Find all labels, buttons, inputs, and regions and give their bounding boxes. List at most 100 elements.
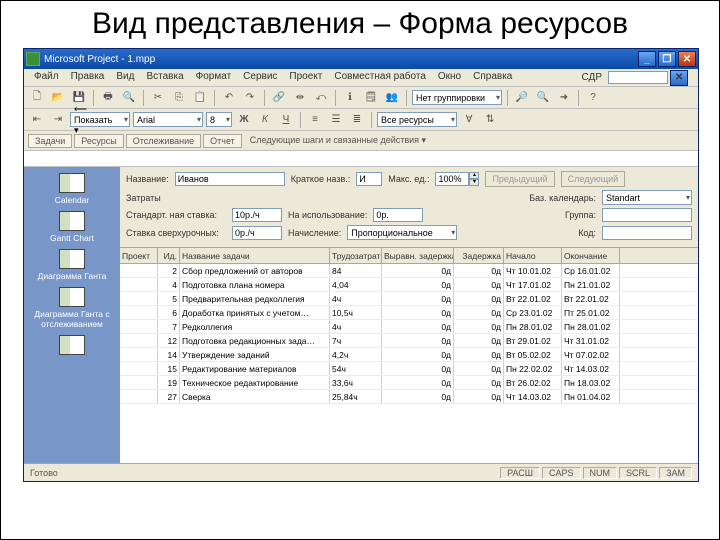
- status-scrl: SCRL: [619, 467, 657, 479]
- undo-icon[interactable]: ↶: [220, 89, 238, 107]
- status-ready: Готово: [30, 468, 58, 478]
- table-row[interactable]: 6Доработка принятых с учетом…10,5ч0д0дСр…: [120, 306, 698, 320]
- col-finish[interactable]: Окончание: [562, 248, 620, 263]
- col-level-delay[interactable]: Выравн. задержка: [382, 248, 454, 263]
- sidebar-item-calendar[interactable]: Calendar: [24, 173, 120, 205]
- zoomin-icon[interactable]: 🔎: [513, 89, 531, 107]
- menu-collab[interactable]: Совместная работа: [328, 69, 432, 86]
- grid-body[interactable]: 2Сбор предложений от авторов840д0дЧт 10.…: [120, 264, 698, 463]
- sort-icon[interactable]: ⇅: [481, 111, 499, 129]
- basecal-combo[interactable]: Standart: [602, 190, 692, 205]
- menu-tools[interactable]: Сервис: [237, 69, 283, 86]
- new-icon[interactable]: 🗋: [28, 89, 46, 107]
- table-row[interactable]: 19Техническое редактирование33,6ч0д0дВт …: [120, 376, 698, 390]
- link-icon[interactable]: 🔗: [270, 89, 288, 107]
- wbs-input[interactable]: [608, 71, 668, 84]
- info-icon[interactable]: ℹ: [341, 89, 359, 107]
- menu-format[interactable]: Формат: [190, 69, 238, 86]
- next-steps-link[interactable]: Следующие шаги и связанные действия ▾: [250, 135, 426, 146]
- sidebar-item-gantt-ru[interactable]: Диаграмма Ганта: [24, 249, 120, 281]
- table-row[interactable]: 7Редколлегия4ч0д0дПн 28.01.02Пн 28.01.02: [120, 320, 698, 334]
- view-bar: Calendar Gantt Chart Диаграмма Ганта Диа…: [24, 167, 120, 463]
- tab-tracking[interactable]: Отслеживание: [126, 134, 201, 148]
- col-start[interactable]: Начало: [504, 248, 562, 263]
- menu-view[interactable]: Вид: [110, 69, 140, 86]
- col-name[interactable]: Название задачи: [180, 248, 330, 263]
- std-input[interactable]: [232, 208, 282, 222]
- prev-button[interactable]: Предыдущий: [485, 171, 554, 187]
- wbs-label: СДР: [576, 70, 608, 85]
- accrue-combo[interactable]: Пропорциональное: [347, 225, 457, 240]
- minimize-button[interactable]: _: [638, 51, 656, 67]
- doc-close-button[interactable]: ✕: [670, 70, 688, 86]
- next-button[interactable]: Следующий: [561, 171, 626, 187]
- notes-icon[interactable]: 🗒: [362, 89, 380, 107]
- table-row[interactable]: 4Подготовка плана номера4,040д0дЧт 17.01…: [120, 278, 698, 292]
- goto-icon[interactable]: ➜: [555, 89, 573, 107]
- unlink-icon[interactable]: ⇹: [291, 89, 309, 107]
- align-left-icon[interactable]: ≡: [306, 111, 324, 129]
- col-id[interactable]: Ид.: [158, 248, 180, 263]
- indent-icon[interactable]: ⇥: [49, 111, 67, 129]
- menu-window[interactable]: Окно: [432, 69, 467, 86]
- menu-project[interactable]: Проект: [283, 69, 328, 86]
- spin-up-icon[interactable]: ▴: [469, 172, 479, 179]
- group-input[interactable]: [602, 208, 692, 222]
- table-row[interactable]: 5Предварительная редколлегия4ч0д0дВт 22.…: [120, 292, 698, 306]
- autofilter-icon[interactable]: ∀: [460, 111, 478, 129]
- table-row[interactable]: 27Сверка25,84ч0д0дЧт 14.03.02Пн 01.04.02: [120, 390, 698, 404]
- split-icon[interactable]: ⤺: [312, 89, 330, 107]
- standard-toolbar: 🗋 📂 💾 🖶 🔍 ✂ ⎘ 📋 ↶ ↷ 🔗 ⇹ ⤺ ℹ 🗒 👥 Нет груп…: [24, 87, 698, 109]
- underline-icon[interactable]: Ч: [277, 111, 295, 129]
- paste-icon[interactable]: 📋: [191, 89, 209, 107]
- menu-help[interactable]: Справка: [467, 69, 518, 86]
- zoomout-icon[interactable]: 🔍: [534, 89, 552, 107]
- filter-combo[interactable]: Все ресурсы: [377, 112, 457, 127]
- bold-icon[interactable]: Ж: [235, 111, 253, 129]
- table-row[interactable]: 12Подготовка редакционных зада…7ч0д0дВт …: [120, 334, 698, 348]
- fontsize-combo[interactable]: 8: [206, 112, 232, 127]
- tab-tasks[interactable]: Задачи: [28, 134, 72, 148]
- tab-report[interactable]: Отчет: [203, 134, 242, 148]
- show-combo[interactable]: ⟵ Показать ▾: [70, 112, 130, 127]
- italic-icon[interactable]: К: [256, 111, 274, 129]
- close-button[interactable]: ✕: [678, 51, 696, 67]
- cut-icon[interactable]: ✂: [149, 89, 167, 107]
- preview-icon[interactable]: 🔍: [120, 89, 138, 107]
- table-row[interactable]: 14Утверждение заданий4,2ч0д0дВт 05.02.02…: [120, 348, 698, 362]
- table-row[interactable]: 2Сбор предложений от авторов840д0дЧт 10.…: [120, 264, 698, 278]
- group-combo[interactable]: Нет группировки: [412, 90, 502, 105]
- app-icon: [26, 52, 40, 66]
- menu-insert[interactable]: Вставка: [140, 69, 189, 86]
- outdent-icon[interactable]: ⇤: [28, 111, 46, 129]
- sidebar-item-more[interactable]: [24, 335, 120, 357]
- sidebar-item-gantt[interactable]: Gantt Chart: [24, 211, 120, 243]
- copy-icon[interactable]: ⎘: [170, 89, 188, 107]
- redo-icon[interactable]: ↷: [241, 89, 259, 107]
- status-num: NUM: [583, 467, 618, 479]
- align-right-icon[interactable]: ≣: [348, 111, 366, 129]
- maximize-button[interactable]: ❐: [658, 51, 676, 67]
- short-input[interactable]: [356, 172, 382, 186]
- gantt-ru-icon: [59, 249, 85, 269]
- entry-bar[interactable]: [24, 151, 698, 167]
- peruse-input[interactable]: [373, 208, 423, 222]
- col-work[interactable]: Трудозатраты: [330, 248, 382, 263]
- sidebar-item-tracking-gantt[interactable]: Диаграмма Ганта с отслеживанием: [24, 287, 120, 329]
- assign-icon[interactable]: 👥: [383, 89, 401, 107]
- menu-edit[interactable]: Правка: [65, 69, 111, 86]
- menu-file[interactable]: Файл: [28, 69, 65, 86]
- max-input[interactable]: [435, 172, 469, 186]
- align-center-icon[interactable]: ☰: [327, 111, 345, 129]
- name-input[interactable]: [175, 172, 285, 186]
- ovt-input[interactable]: [232, 226, 282, 240]
- col-delay[interactable]: Задержка: [454, 248, 504, 263]
- col-project[interactable]: Проект: [120, 248, 158, 263]
- code-input[interactable]: [602, 226, 692, 240]
- table-row[interactable]: 15Редактирование материалов54ч0д0дПн 22.…: [120, 362, 698, 376]
- font-combo[interactable]: Arial: [133, 112, 203, 127]
- tab-resources[interactable]: Ресурсы: [74, 134, 124, 148]
- help-icon[interactable]: ?: [584, 89, 602, 107]
- open-icon[interactable]: 📂: [49, 89, 67, 107]
- spin-down-icon[interactable]: ▾: [469, 179, 479, 186]
